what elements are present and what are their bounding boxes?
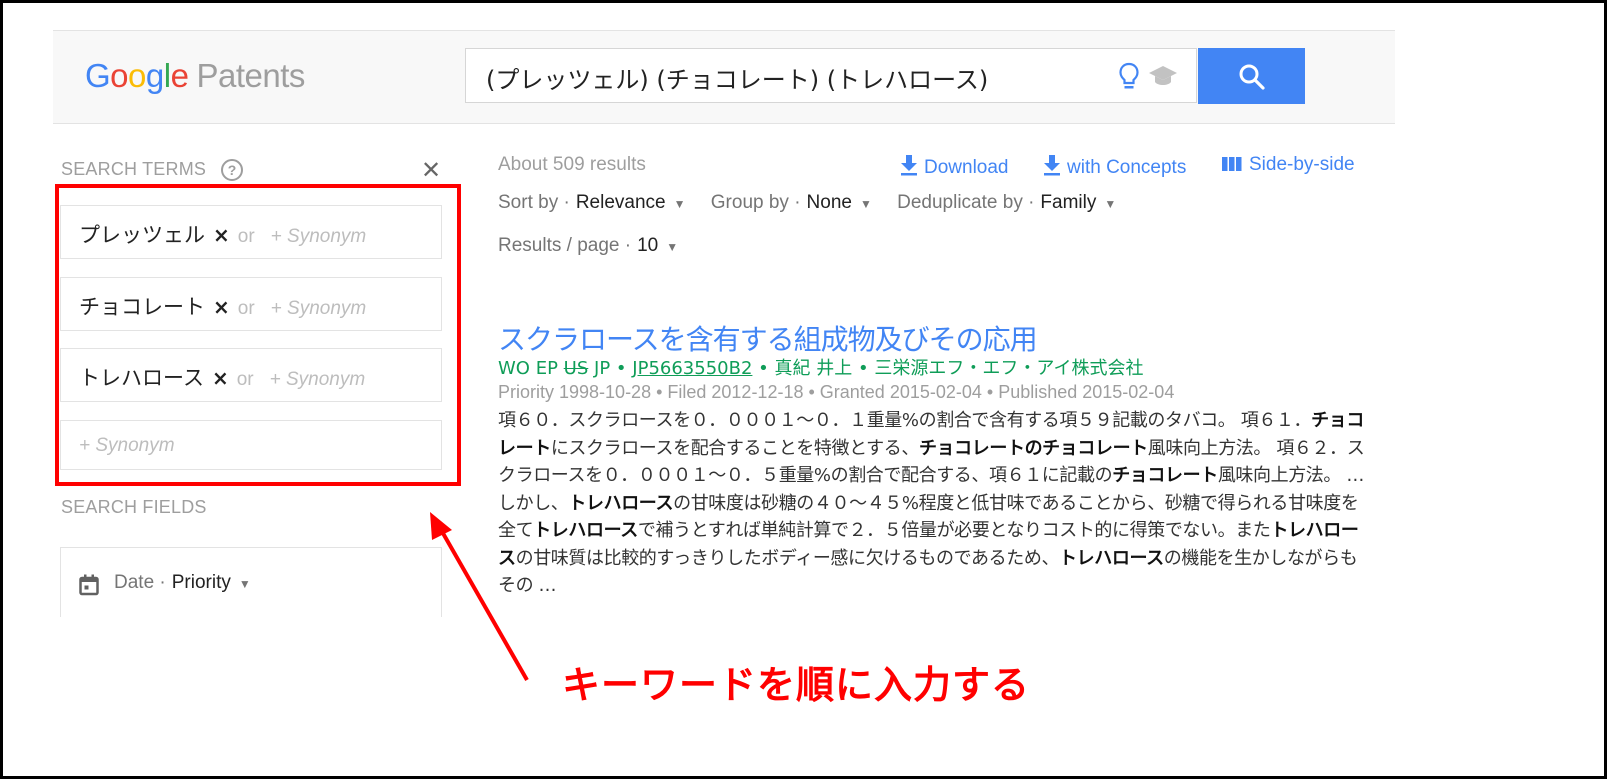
deduplicate-by-value: Family <box>1040 192 1097 213</box>
date-field[interactable]: Date · Priority ▼ <box>60 547 442 617</box>
sort-options-row: Sort by · Relevance ▼ Group by · None ▼ Dedu… <box>498 192 1136 214</box>
logo-letter: l <box>163 57 171 94</box>
sort-by-value: Relevance <box>575 192 666 213</box>
download-icon <box>901 155 917 176</box>
logo-product-name: Patents <box>196 57 305 94</box>
logo-letter: o <box>128 57 146 94</box>
deduplicate-by-label: Deduplicate by · <box>897 192 1035 213</box>
chevron-down-icon: ▼ <box>673 197 686 211</box>
group-by-dropdown[interactable]: Group by · None ▼ <box>711 192 872 213</box>
results-per-page-value: 10 <box>637 235 659 256</box>
or-label: or <box>236 369 254 390</box>
date-label: Date · <box>114 572 166 593</box>
snippet-text: 項６０．スクラロースを０．０００１～０．１重量%の割合で含有する項５９記載のタバ… <box>498 410 1312 431</box>
office-code: WO <box>498 358 530 379</box>
sort-by-label: Sort by · <box>498 192 570 213</box>
results-per-page-label: Results / page · <box>498 235 632 256</box>
help-icon[interactable]: ? <box>221 159 243 181</box>
results-per-page-dropdown[interactable]: Results / page · 10 ▼ <box>498 235 678 256</box>
snippet-highlight: トレハロース <box>533 520 638 541</box>
office-code-struck: US <box>563 358 589 379</box>
separator: • <box>857 358 869 379</box>
date-type-dropdown[interactable]: Priority <box>172 572 231 593</box>
search-term-row: プレッツェル × or + Synonym <box>60 205 442 259</box>
chevron-down-icon: ▼ <box>1104 197 1117 211</box>
remove-term-icon[interactable]: × <box>212 366 229 390</box>
google-patents-logo[interactable]: Google Patents <box>85 57 305 95</box>
app-header: Google Patents <box>53 30 1395 124</box>
search-terms-label: SEARCH TERMS <box>61 159 207 179</box>
download-with-concepts-link[interactable]: with Concepts <box>1043 154 1186 179</box>
new-term-row[interactable]: + Synonym <box>60 420 442 470</box>
chevron-down-icon: ▼ <box>238 577 251 591</box>
chevron-down-icon: ▼ <box>859 197 872 211</box>
lightbulb-icon[interactable] <box>1118 62 1140 92</box>
snippet-text: で補うとすれば単純計算で２．５倍量が必要となりコスト的に得策でない。また <box>637 520 1271 541</box>
with-concepts-label: with Concepts <box>1067 157 1187 178</box>
search-fields-label: SEARCH FIELDS <box>61 497 207 517</box>
sort-by-dropdown[interactable]: Sort by · Relevance ▼ <box>498 192 685 213</box>
logo-letter: o <box>110 57 129 94</box>
columns-icon <box>1222 157 1242 171</box>
add-synonym-input[interactable]: + Synonym <box>271 298 367 319</box>
search-term-chip: チョコレート <box>79 295 205 319</box>
result-dates: Priority 1998-10-28 • Filed 2012-12-18 •… <box>498 382 1175 402</box>
or-label: or <box>237 298 255 319</box>
group-by-value: None <box>806 192 852 213</box>
search-box <box>465 48 1197 103</box>
search-icon <box>1239 64 1265 90</box>
office-code: EP <box>535 358 558 379</box>
search-input[interactable] <box>484 59 1108 95</box>
result-meta: WO EP US JP • JP5663550B2 • 真紀 井上 • 三栄源エ… <box>498 354 1143 380</box>
logo-letter: e <box>170 57 189 94</box>
snippet-text: の甘味質は比較的すっきりしたボディー感に欠けるものであるため、 <box>515 547 1060 569</box>
publication-number-link[interactable]: JP5663550B2 <box>632 358 752 379</box>
office-code: JP <box>594 358 611 379</box>
side-by-side-label: Side-by-side <box>1249 154 1355 175</box>
deduplicate-by-dropdown[interactable]: Deduplicate by · Family ▼ <box>897 192 1116 213</box>
download-icon <box>1044 155 1060 176</box>
snippet-text: にスクラロースを配合することを特徴とする、 <box>550 437 920 459</box>
result-snippet: 項６０．スクラロースを０．０００１～０．１重量%の割合で含有する項５９記載のタバ… <box>498 407 1368 600</box>
calendar-icon <box>79 574 99 596</box>
download-link[interactable]: Download <box>900 154 1009 179</box>
snippet-highlight: チョコレートのチョコレート <box>918 437 1148 459</box>
add-synonym-input[interactable]: + Synonym <box>271 226 367 247</box>
result-title-link[interactable]: スクラロースを含有する組成物及びその応用 <box>498 318 1038 358</box>
snippet-highlight: チョコレート <box>1112 465 1218 486</box>
search-button[interactable] <box>1198 48 1305 104</box>
new-term-input[interactable]: + Synonym <box>79 435 175 457</box>
separator: • <box>615 358 627 379</box>
add-synonym-input[interactable]: + Synonym <box>270 369 366 390</box>
assignee: 三栄源エフ・エフ・アイ株式会社 <box>874 358 1144 379</box>
group-by-label: Group by · <box>710 192 801 213</box>
graduation-cap-icon[interactable] <box>1148 63 1178 89</box>
side-by-side-link[interactable]: Side-by-side <box>1221 154 1355 176</box>
logo-letter: G <box>85 57 111 94</box>
clear-terms-icon[interactable]: ✕ <box>421 156 441 185</box>
remove-term-icon[interactable]: × <box>213 295 230 319</box>
per-page-row: Results / page · 10 ▼ <box>498 235 698 257</box>
search-term-row: チョコレート × or + Synonym <box>60 277 442 331</box>
chevron-down-icon: ▼ <box>666 240 679 254</box>
snippet-highlight: トレハロース <box>1059 547 1164 569</box>
inventor: 真紀 井上 <box>774 358 853 379</box>
download-label: Download <box>924 157 1009 178</box>
separator: • <box>758 358 769 379</box>
search-term-chip: トレハロース <box>79 366 204 390</box>
logo-letter: g <box>145 57 164 94</box>
search-term-row: トレハロース × or + Synonym <box>60 348 442 402</box>
or-label: or <box>237 226 255 247</box>
search-term-chip: プレッツェル <box>79 223 205 247</box>
remove-term-icon[interactable]: × <box>213 223 230 247</box>
snippet-highlight: トレハロース <box>568 492 674 514</box>
results-count: About 509 results <box>498 154 646 175</box>
annotation-text: キーワードを順に入力する <box>562 663 1031 707</box>
